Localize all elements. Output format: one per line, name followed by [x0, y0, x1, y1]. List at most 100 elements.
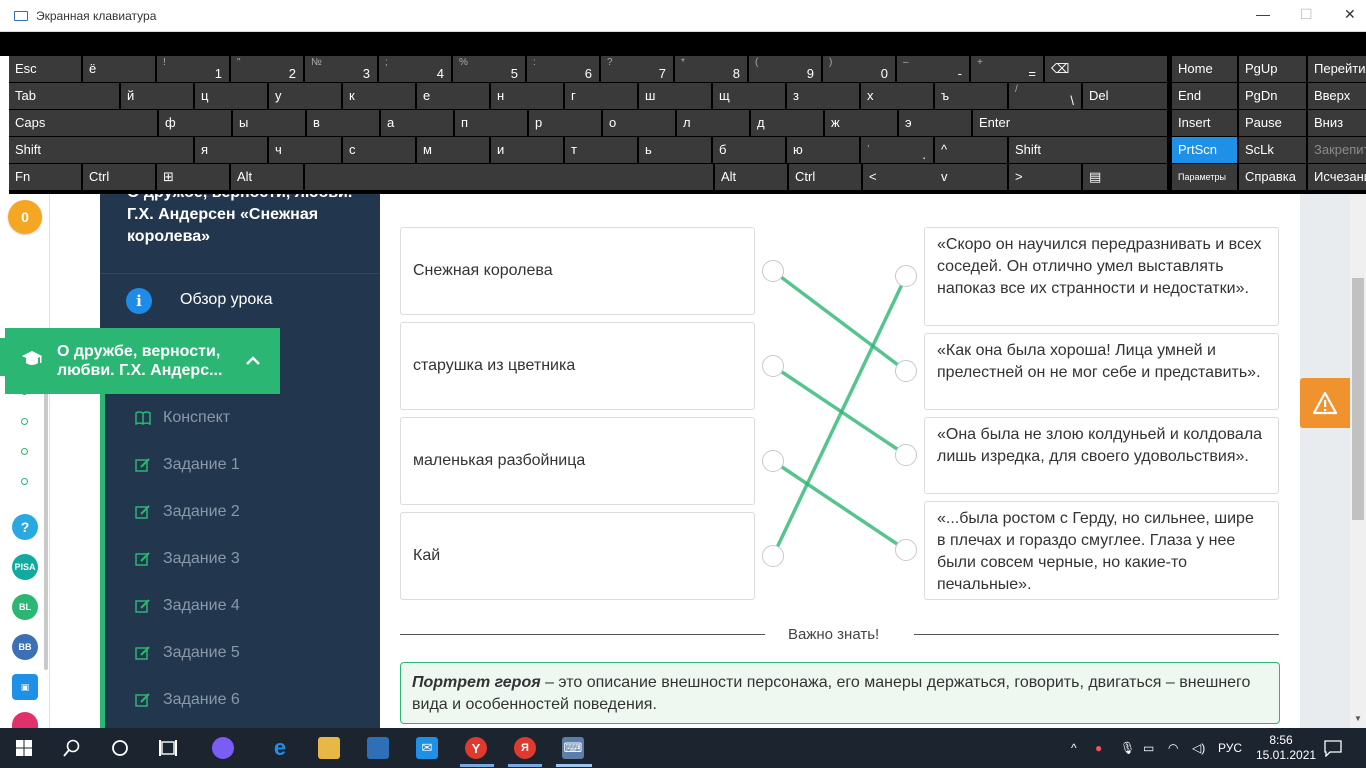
key-1-1[interactable]: й — [121, 83, 193, 109]
antivirus-icon[interactable]: ● — [1095, 741, 1102, 755]
nav-key-1-0[interactable]: End — [1172, 83, 1237, 109]
edge-icon[interactable]: e — [269, 735, 291, 760]
nav-key-4-0[interactable]: Параметры — [1172, 164, 1237, 190]
key-3-12[interactable]: Shift — [1009, 137, 1167, 163]
microphone-icon[interactable]: 🎙 — [1120, 741, 1135, 755]
right-handle-2[interactable] — [895, 360, 917, 382]
key-4-9[interactable]: > — [1009, 164, 1081, 190]
yandex-browser-icon[interactable]: Y — [465, 737, 487, 759]
nav-key-3-0[interactable]: PrtScn — [1172, 137, 1237, 163]
nav-key-2-0[interactable]: Insert — [1172, 110, 1237, 136]
key-1-13[interactable]: / \ — [1009, 83, 1081, 109]
key-1-7[interactable]: г — [565, 83, 637, 109]
nav-key-4-1[interactable]: Справка — [1239, 164, 1306, 190]
key-0-3[interactable]: " 2 — [231, 56, 303, 82]
key-2-3[interactable]: в — [307, 110, 379, 136]
key-0-14[interactable]: ⌫ — [1045, 56, 1167, 82]
key-3-0[interactable]: Shift — [9, 137, 193, 163]
right-handle-4[interactable] — [895, 539, 917, 561]
key-2-11[interactable]: э — [899, 110, 971, 136]
key-1-8[interactable]: ш — [639, 83, 711, 109]
key-0-8[interactable]: ? 7 — [601, 56, 673, 82]
nav-key-2-1[interactable]: Pause — [1239, 110, 1306, 136]
key-3-8[interactable]: б — [713, 137, 785, 163]
osk-taskbar-icon[interactable]: ⌨ — [562, 737, 584, 759]
key-4-2[interactable]: ⊞ — [157, 164, 229, 190]
key-4-1[interactable]: Ctrl — [83, 164, 155, 190]
battery-icon[interactable]: ▭ — [1143, 741, 1154, 755]
key-1-11[interactable]: х — [861, 83, 933, 109]
key-0-9[interactable]: * 8 — [675, 56, 747, 82]
left-handle-3[interactable] — [762, 450, 784, 472]
key-2-0[interactable]: Caps — [9, 110, 157, 136]
right-handle-3[interactable] — [895, 444, 917, 466]
connection-line-4[interactable] — [771, 275, 908, 557]
key-0-6[interactable]: % 5 — [453, 56, 525, 82]
key-3-2[interactable]: ч — [269, 137, 341, 163]
key-3-6[interactable]: т — [565, 137, 637, 163]
minimize-button[interactable]: — — [1256, 6, 1270, 22]
close-button[interactable]: ✕ — [1344, 6, 1356, 23]
right-handle-1[interactable] — [895, 265, 917, 287]
key-3-4[interactable]: м — [417, 137, 489, 163]
key-1-9[interactable]: щ — [713, 83, 785, 109]
key-3-9[interactable]: ю — [787, 137, 859, 163]
key-3-5[interactable]: и — [491, 137, 563, 163]
wifi-icon[interactable]: ◠ — [1168, 741, 1178, 755]
mail-icon[interactable]: ✉ — [416, 737, 438, 759]
search-icon[interactable] — [63, 739, 81, 757]
show-hidden-icons-icon[interactable]: ^ — [1071, 741, 1077, 755]
nav-key-0-1[interactable]: PgUp — [1239, 56, 1306, 82]
page-scrollbar-thumb[interactable] — [1352, 278, 1364, 520]
connection-line-2[interactable] — [772, 364, 907, 457]
key-2-12[interactable]: Enter — [973, 110, 1167, 136]
key-2-1[interactable]: ф — [159, 110, 231, 136]
cortana-icon[interactable] — [111, 739, 129, 757]
key-2-7[interactable]: о — [603, 110, 675, 136]
key-3-1[interactable]: я — [195, 137, 267, 163]
left-handle-1[interactable] — [762, 260, 784, 282]
key-4-7[interactable]: < — [863, 164, 935, 190]
nav-key-3-2[interactable]: Закрепить — [1308, 137, 1366, 163]
connection-line-3[interactable] — [772, 459, 907, 552]
key-2-2[interactable]: ы — [233, 110, 305, 136]
task-view-icon[interactable] — [158, 739, 178, 757]
key-4-6[interactable]: Ctrl — [789, 164, 861, 190]
key-4-5[interactable]: Alt — [715, 164, 787, 190]
yandex-icon[interactable]: Я — [514, 737, 536, 759]
key-1-3[interactable]: у — [269, 83, 341, 109]
left-handle-2[interactable] — [762, 355, 784, 377]
key-1-0[interactable]: Tab — [9, 83, 119, 109]
key-1-4[interactable]: к — [343, 83, 415, 109]
key-1-2[interactable]: ц — [195, 83, 267, 109]
key-0-4[interactable]: № 3 — [305, 56, 377, 82]
key-4-8[interactable]: v — [935, 164, 1007, 190]
nav-key-0-0[interactable]: Home — [1172, 56, 1237, 82]
key-0-13[interactable]: + = — [971, 56, 1043, 82]
key-2-6[interactable]: р — [529, 110, 601, 136]
scroll-down-icon[interactable]: ▼ — [1354, 714, 1362, 723]
key-0-0[interactable]: Esc — [9, 56, 81, 82]
key-2-4[interactable]: а — [381, 110, 453, 136]
key-0-10[interactable]: (9 — [749, 56, 821, 82]
clock[interactable]: 8:56 15.01.2021 — [1256, 733, 1316, 763]
left-handle-4[interactable] — [762, 545, 784, 567]
key-0-5[interactable]: ; 4 — [379, 56, 451, 82]
key-4-3[interactable]: Alt — [231, 164, 303, 190]
nav-key-2-2[interactable]: Вниз — [1308, 110, 1366, 136]
key-4-4[interactable] — [305, 164, 713, 190]
maximize-button[interactable]: ☐ — [1300, 6, 1313, 23]
key-0-12[interactable]: – - — [897, 56, 969, 82]
key-3-7[interactable]: ь — [639, 137, 711, 163]
key-4-10[interactable]: ▤ — [1083, 164, 1167, 190]
key-3-11[interactable]: ^ — [935, 137, 1007, 163]
key-1-5[interactable]: е — [417, 83, 489, 109]
key-2-5[interactable]: п — [455, 110, 527, 136]
notifications-icon[interactable] — [1324, 739, 1342, 757]
key-0-1[interactable]: ё — [83, 56, 155, 82]
language-indicator[interactable]: РУС — [1218, 741, 1242, 755]
key-0-2[interactable]: ! 1 — [157, 56, 229, 82]
key-3-10[interactable]: ,. — [861, 137, 933, 163]
key-4-0[interactable]: Fn — [9, 164, 81, 190]
key-2-8[interactable]: л — [677, 110, 749, 136]
